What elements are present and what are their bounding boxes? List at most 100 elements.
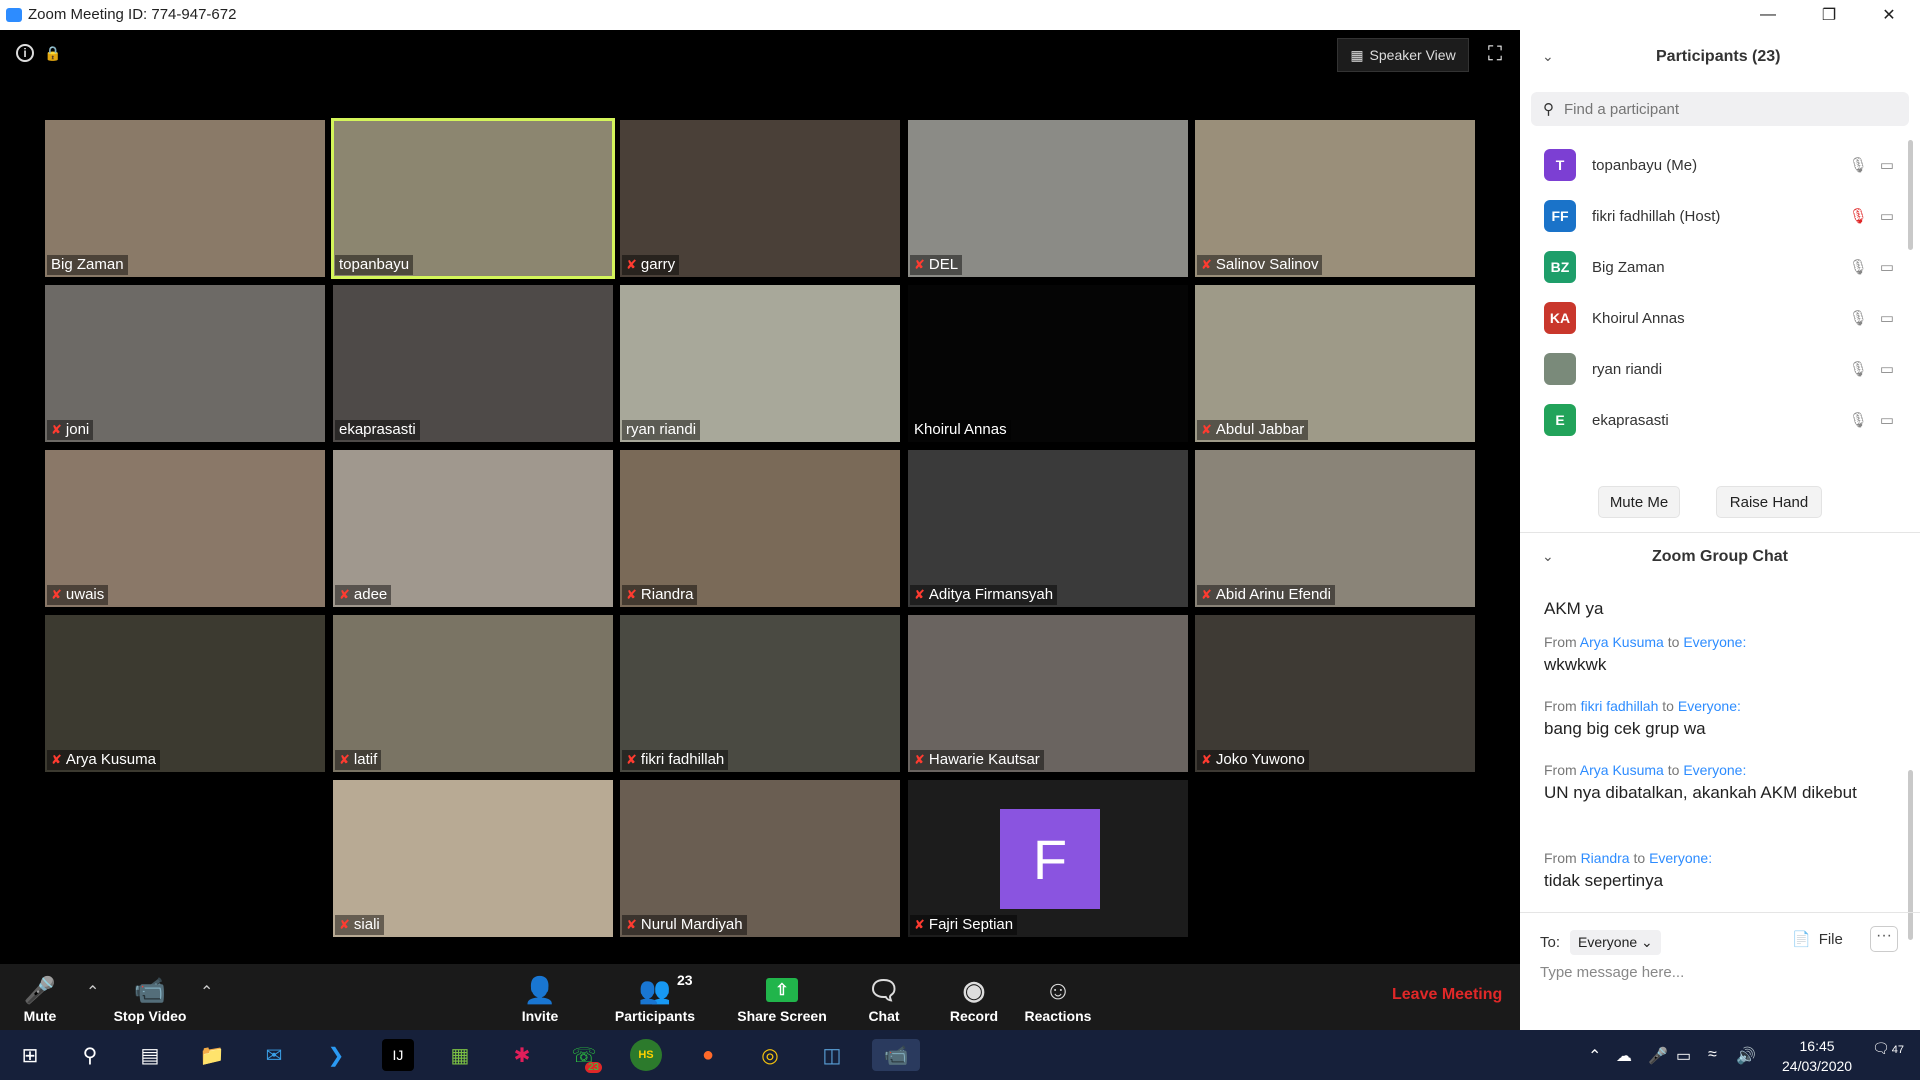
video-tile[interactable]: ✘ joni <box>45 285 325 442</box>
participant-name: Big Zaman <box>1592 258 1665 276</box>
participant-name-label: ✘ Riandra <box>622 585 698 605</box>
chat-sender[interactable]: Riandra <box>1581 850 1630 866</box>
leave-meeting-button[interactable]: Leave Meeting <box>1392 986 1502 1004</box>
video-tile[interactable]: ✘ Nurul Mardiyah <box>620 780 900 937</box>
chat-sender[interactable]: Arya Kusuma <box>1580 762 1664 778</box>
zoom-taskbar-icon[interactable]: 📹 <box>872 1039 920 1071</box>
participant-name: Joko Yuwono <box>1215 751 1305 768</box>
muted-microphone-icon: 🎙 <box>1848 208 1868 225</box>
chat-button[interactable]: 🗨 Chat <box>858 964 910 1030</box>
video-tile[interactable]: ✘ Salinov Salinov <box>1195 120 1475 277</box>
search-input[interactable] <box>1562 99 1866 119</box>
video-tile[interactable]: ✘ garry <box>620 120 900 277</box>
record-button[interactable]: ◉ Record <box>946 964 1002 1030</box>
task-view-icon[interactable]: ▤ <box>134 1039 166 1071</box>
video-options-caret-icon[interactable]: ⌃ <box>200 982 213 1002</box>
vscode-icon[interactable]: ❯ <box>320 1039 352 1071</box>
invite-button[interactable]: 👤 Invite <box>510 964 570 1030</box>
volume-icon[interactable]: 🔊 <box>1736 1046 1756 1066</box>
chat-sender[interactable]: fikri fadhillah <box>1581 698 1659 714</box>
collapse-participants-chevron-icon[interactable]: ⌄ <box>1542 48 1554 65</box>
participant-name-label: ✘ Aditya Firmansyah <box>910 585 1058 605</box>
participant-list-scrollbar[interactable] <box>1908 140 1913 250</box>
participant-row[interactable]: FF fikri fadhillah (Host) 🎙 ▭ <box>1544 196 1894 236</box>
microphone-tray-icon[interactable]: 🎤 <box>1648 1046 1668 1066</box>
video-tile[interactable]: ✘ Joko Yuwono <box>1195 615 1475 772</box>
video-tile[interactable]: ✘ Abdul Jabbar <box>1195 285 1475 442</box>
muted-mic-icon: ✘ <box>51 751 62 767</box>
mute-button[interactable]: 🎤 Mute <box>14 964 66 1030</box>
taskbar-clock[interactable]: 16:45 24/03/2020 <box>1782 1036 1852 1076</box>
video-tile[interactable]: ✘ adee <box>333 450 613 607</box>
participant-row[interactable]: ryan riandi 🎙 ▭ <box>1544 349 1894 389</box>
postman-icon[interactable]: ● <box>692 1039 724 1071</box>
video-tile[interactable]: ✘ DEL <box>908 120 1188 277</box>
chat-message-input[interactable]: Type message here... <box>1540 964 1684 981</box>
participant-row[interactable]: BZ Big Zaman 🎙 ▭ <box>1544 247 1894 287</box>
raise-hand-button[interactable]: Raise Hand <box>1716 486 1822 518</box>
video-tile[interactable]: ✘ Abid Arinu Efendi <box>1195 450 1475 607</box>
wifi-icon[interactable]: ≈ <box>1708 1046 1717 1064</box>
participant-search[interactable]: ⚲ <box>1531 92 1909 126</box>
encryption-lock-icon[interactable]: 🔒 <box>44 44 62 62</box>
participant-name: Salinov Salinov <box>1215 256 1319 273</box>
meeting-info-icon[interactable]: i <box>16 44 34 62</box>
video-tile[interactable]: Big Zaman <box>45 120 325 277</box>
participant-row[interactable]: Ttopanbayu (Me) 🎙 ▭ <box>1544 145 1894 185</box>
video-tile[interactable]: ✘ Aditya Firmansyah <box>908 450 1188 607</box>
windows-start-icon[interactable]: ⊞ <box>14 1039 46 1071</box>
video-tile[interactable]: ✘ uwais <box>45 450 325 607</box>
video-tile[interactable]: ekaprasasti <box>333 285 613 442</box>
reactions-button[interactable]: ☺ Reactions <box>1024 964 1092 1030</box>
chat-sender[interactable]: Arya Kusuma <box>1580 634 1664 650</box>
onedrive-icon[interactable]: ☁ <box>1616 1046 1632 1066</box>
video-tile[interactable]: Khoirul Annas <box>908 285 1188 442</box>
file-button[interactable]: 📄 File <box>1792 930 1843 949</box>
close-window-button[interactable]: ✕ <box>1866 0 1912 30</box>
slack-icon[interactable]: ✱ <box>506 1039 538 1071</box>
video-tile[interactable]: ✘ Arya Kusuma <box>45 615 325 772</box>
file-explorer-icon[interactable]: 📁 <box>196 1039 228 1071</box>
chat-recipient[interactable]: Everyone: <box>1683 634 1746 650</box>
video-tile[interactable]: ✘ siali <box>333 780 613 937</box>
show-hidden-icons-icon[interactable]: ⌃ <box>1588 1046 1601 1066</box>
participant-row[interactable]: KA Khoirul Annas 🎙 ▭ <box>1544 298 1894 338</box>
audio-options-caret-icon[interactable]: ⌃ <box>86 982 99 1002</box>
whatsapp-icon[interactable]: ☏ 23 <box>568 1039 602 1073</box>
hs-app-icon[interactable]: HS <box>630 1039 662 1071</box>
video-tile[interactable]: topanbayu <box>331 118 615 279</box>
chat-recipient[interactable]: Everyone: <box>1649 850 1712 866</box>
mail-icon[interactable]: ✉ <box>258 1039 290 1071</box>
chat-scrollbar[interactable] <box>1908 770 1913 940</box>
share-screen-button[interactable]: ⇧ Share Screen <box>734 964 830 1030</box>
network-app-icon[interactable]: ◫ <box>816 1039 848 1071</box>
video-camera-icon: ▭ <box>1879 259 1894 276</box>
chat-recipient[interactable]: Everyone: <box>1683 762 1746 778</box>
video-tile[interactable]: ✘ latif <box>333 615 613 772</box>
chat-to-label: to <box>1667 762 1680 778</box>
recipient-select[interactable]: Everyone ⌄ <box>1570 930 1661 955</box>
video-tile[interactable]: ✘ fikri fadhillah <box>620 615 900 772</box>
chat-input-divider <box>1520 912 1920 913</box>
speaker-view-button[interactable]: ▦ Speaker View <box>1337 38 1469 72</box>
mute-me-button[interactable]: Mute Me <box>1598 486 1680 518</box>
fullscreen-icon[interactable]: ⛶ <box>1483 42 1507 66</box>
minimize-button[interactable]: — <box>1745 0 1791 30</box>
search-icon[interactable]: ⚲ <box>74 1039 106 1071</box>
muted-mic-icon: ✘ <box>626 586 637 602</box>
video-tile[interactable]: ryan riandi <box>620 285 900 442</box>
participant-row[interactable]: Eekaprasasti 🎙 ▭ <box>1544 400 1894 440</box>
action-center-icon[interactable]: 🗨 47 <box>1872 1040 1904 1057</box>
battery-icon[interactable]: ▭ <box>1676 1046 1691 1066</box>
video-tile[interactable]: ✘ Riandra <box>620 450 900 607</box>
stop-video-button[interactable]: 📹 Stop Video <box>106 964 194 1030</box>
collapse-chat-chevron-icon[interactable]: ⌄ <box>1542 548 1554 565</box>
chrome-icon[interactable]: ◎ <box>754 1039 786 1071</box>
spreadsheet-app-icon[interactable]: ▦ <box>444 1039 476 1071</box>
video-tile[interactable]: F ✘ Fajri Septian <box>908 780 1188 937</box>
restore-button[interactable]: ❐ <box>1806 0 1852 30</box>
more-options-button[interactable]: ··· <box>1870 926 1898 952</box>
video-tile[interactable]: ✘ Hawarie Kautsar <box>908 615 1188 772</box>
intellij-icon[interactable]: IJ <box>382 1039 414 1071</box>
chat-recipient[interactable]: Everyone: <box>1678 698 1741 714</box>
